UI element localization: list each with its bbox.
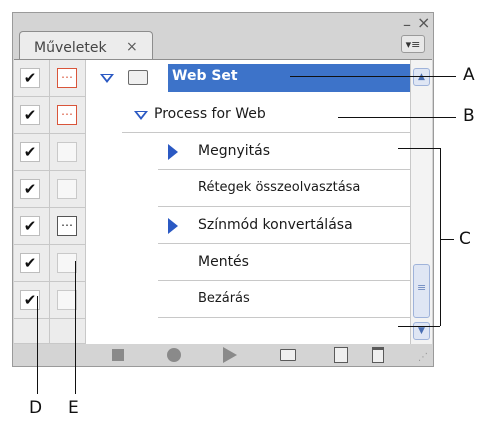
toggle-item-checkbox[interactable]: ✔ bbox=[14, 208, 50, 245]
toggle-dialog-checkbox[interactable] bbox=[50, 208, 86, 245]
command-row[interactable]: Megnyitás bbox=[158, 134, 410, 170]
close-icon[interactable]: × bbox=[417, 13, 430, 32]
stop-icon[interactable] bbox=[112, 349, 124, 361]
filler-cell bbox=[14, 319, 50, 344]
scroll-down-icon[interactable]: ▼ bbox=[413, 322, 430, 340]
list-item[interactable]: ✔ Mentés bbox=[14, 245, 410, 282]
set-row[interactable]: Web Set bbox=[86, 60, 410, 96]
action-name: Process for Web bbox=[154, 106, 266, 122]
dialog-placeholder bbox=[57, 179, 77, 199]
callout-line-c bbox=[440, 239, 454, 240]
checkmark-icon: ✔ bbox=[20, 68, 40, 88]
command-name: Bezárás bbox=[198, 291, 250, 306]
checkmark-icon: ✔ bbox=[20, 142, 40, 162]
callout-bracket-top bbox=[398, 148, 440, 149]
new-set-folder-icon[interactable] bbox=[280, 349, 296, 361]
checkmark-icon: ✔ bbox=[20, 253, 40, 273]
scroll-thumb[interactable] bbox=[413, 264, 430, 318]
dialog-placeholder bbox=[57, 253, 77, 273]
command-name: Megnyitás bbox=[198, 143, 270, 159]
command-name: Színmód konvertálása bbox=[198, 217, 353, 233]
callout-c: C bbox=[459, 229, 471, 249]
toggle-dialog-checkbox[interactable] bbox=[50, 97, 86, 134]
dialog-icon bbox=[57, 215, 77, 236]
toggle-item-checkbox[interactable]: ✔ bbox=[14, 282, 50, 319]
action-row[interactable]: Process for Web bbox=[122, 97, 410, 133]
callout-line-a bbox=[290, 76, 456, 77]
checkmark-icon: ✔ bbox=[20, 179, 40, 199]
expand-down-icon[interactable] bbox=[134, 111, 148, 120]
callout-b: B bbox=[463, 106, 475, 126]
panel-tab-bar: Műveletek × – × ▾≡ bbox=[13, 13, 433, 59]
toggle-item-checkbox[interactable]: ✔ bbox=[14, 134, 50, 171]
new-action-icon[interactable] bbox=[334, 347, 348, 363]
toggle-dialog-checkbox[interactable] bbox=[50, 282, 86, 319]
filler-cell bbox=[50, 319, 86, 344]
command-name: Rétegek összeolvasztása bbox=[198, 180, 361, 195]
record-icon[interactable] bbox=[167, 348, 181, 362]
checkmark-icon: ✔ bbox=[20, 216, 40, 236]
toggle-item-checkbox[interactable]: ✔ bbox=[14, 171, 50, 208]
command-row[interactable]: Mentés bbox=[158, 245, 410, 281]
command-row[interactable]: Színmód konvertálása bbox=[158, 208, 410, 244]
tab-muveletek[interactable]: Műveletek × bbox=[19, 31, 153, 59]
resize-grip-icon[interactable]: ⋰ bbox=[418, 352, 428, 363]
play-icon[interactable] bbox=[223, 347, 237, 363]
dialog-placeholder bbox=[57, 290, 77, 310]
actions-list: ✔ Web Set ✔ Process for Web ✔ Meg bbox=[14, 59, 432, 344]
command-name: Mentés bbox=[198, 254, 249, 270]
tab-close-icon[interactable]: × bbox=[126, 39, 138, 55]
expand-right-icon[interactable] bbox=[168, 144, 178, 160]
list-item[interactable]: ✔ Színmód konvertálása bbox=[14, 208, 410, 245]
callout-line-d bbox=[37, 296, 38, 394]
panel-menu-icon[interactable]: ▾≡ bbox=[401, 35, 425, 53]
callout-a: A bbox=[463, 65, 475, 85]
scrollbar[interactable]: ▲ ▼ bbox=[410, 60, 432, 344]
dialog-icon bbox=[57, 67, 77, 88]
trash-icon[interactable] bbox=[372, 347, 384, 363]
callout-bracket-bottom bbox=[398, 326, 440, 327]
tab-label: Műveletek bbox=[34, 40, 107, 56]
toggle-dialog-checkbox[interactable] bbox=[50, 171, 86, 208]
dialog-icon bbox=[57, 104, 77, 125]
toggle-dialog-checkbox[interactable] bbox=[50, 60, 86, 97]
callout-bracket-side bbox=[440, 148, 441, 326]
toggle-item-checkbox[interactable]: ✔ bbox=[14, 245, 50, 282]
toggle-dialog-checkbox[interactable] bbox=[50, 134, 86, 171]
list-item[interactable]: ✔ Bezárás bbox=[14, 282, 410, 319]
folder-icon bbox=[128, 70, 148, 85]
command-row[interactable]: Rétegek összeolvasztása bbox=[158, 171, 410, 207]
minimize-icon[interactable]: – bbox=[403, 15, 411, 34]
scroll-up-icon[interactable]: ▲ bbox=[413, 68, 430, 86]
list-filler bbox=[14, 319, 410, 344]
expand-down-icon[interactable] bbox=[100, 74, 114, 83]
list-item[interactable]: ✔ Web Set bbox=[14, 60, 410, 97]
toggle-dialog-checkbox[interactable] bbox=[50, 245, 86, 282]
command-row[interactable]: Bezárás bbox=[158, 282, 410, 318]
expand-right-icon[interactable] bbox=[168, 218, 178, 234]
set-name: Web Set bbox=[172, 68, 238, 84]
callout-d: D bbox=[29, 398, 43, 418]
list-item[interactable]: ✔ Rétegek összeolvasztása bbox=[14, 171, 410, 208]
toggle-item-checkbox[interactable]: ✔ bbox=[14, 97, 50, 134]
callout-e: E bbox=[68, 398, 79, 418]
callout-line-e bbox=[75, 261, 76, 394]
dialog-placeholder bbox=[57, 142, 77, 162]
list-item[interactable]: ✔ Megnyitás bbox=[14, 134, 410, 171]
toggle-item-checkbox[interactable]: ✔ bbox=[14, 60, 50, 97]
list-item[interactable]: ✔ Process for Web bbox=[14, 97, 410, 134]
callout-line-b bbox=[338, 117, 456, 118]
checkmark-icon: ✔ bbox=[20, 105, 40, 125]
bottom-toolbar: ⋰ bbox=[14, 344, 432, 366]
